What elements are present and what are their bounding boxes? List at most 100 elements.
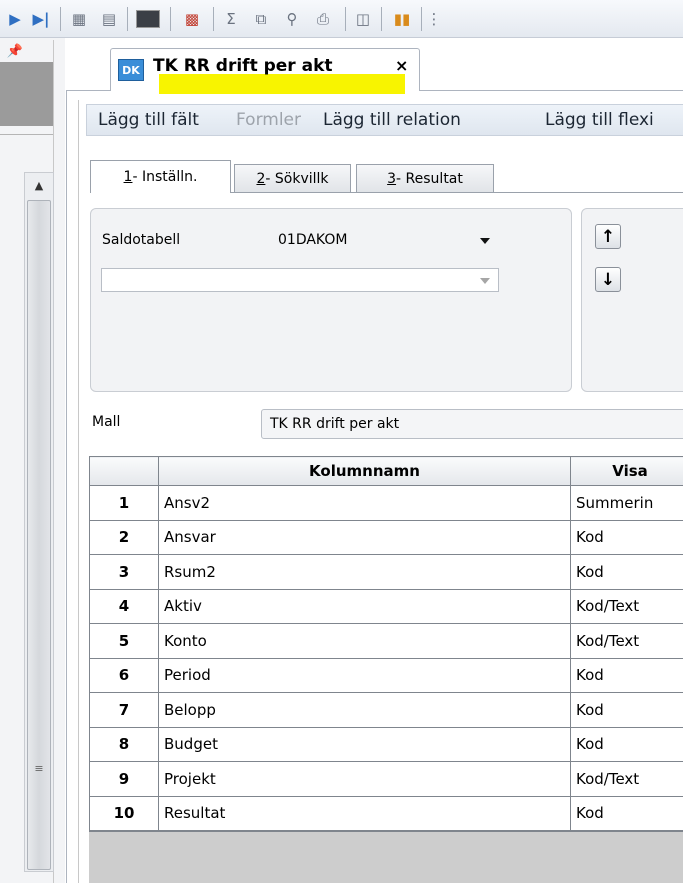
mall-value: TK RR drift per akt [270, 416, 400, 432]
table-row[interactable]: 4 Aktiv Kod/Text [89, 588, 683, 624]
document-tab-title[interactable]: TK RR drift per akt [153, 56, 333, 76]
grid-icon[interactable]: ▦ [68, 8, 90, 30]
move-down-button[interactable]: ↓ [595, 267, 621, 292]
mall-select[interactable]: TK RR drift per akt [261, 409, 683, 439]
row-number: 9 [89, 761, 159, 797]
secondary-select[interactable] [101, 268, 499, 292]
cell-kolumnnamn[interactable]: Ansv2 [158, 485, 571, 521]
row-number: 5 [89, 623, 159, 659]
tab-key: 2 [256, 170, 266, 187]
copy-icon[interactable]: ⧉ [250, 8, 272, 30]
table-row[interactable]: 5 Konto Kod/Text [89, 623, 683, 659]
tab-settings[interactable]: 1 - Inställn. [90, 160, 231, 193]
table-row[interactable]: 9 Projekt Kod/Text [89, 761, 683, 797]
saldotabell-label: Saldotabell [102, 232, 181, 248]
cell-visa[interactable]: Kod [570, 726, 683, 762]
toolbar-separator [60, 7, 61, 31]
cell-kolumnnamn[interactable]: Ansvar [158, 519, 571, 555]
table-row[interactable]: 6 Period Kod [89, 657, 683, 693]
grid-header-visa[interactable]: Visa [570, 456, 683, 486]
table-row[interactable]: 7 Belopp Kod [89, 692, 683, 728]
grip-icon: ≡ [34, 762, 44, 775]
next-icon[interactable]: ▶| [30, 8, 52, 30]
table-row[interactable]: 1 Ansv2 Summerin [89, 485, 683, 521]
color-icon[interactable] [133, 8, 163, 30]
divider [78, 100, 79, 883]
row-number: 10 [89, 795, 159, 831]
cell-kolumnnamn[interactable]: Rsum2 [158, 554, 571, 590]
menu-add-relation[interactable]: Lägg till relation [323, 110, 461, 130]
row-number: 2 [89, 519, 159, 555]
cell-visa[interactable]: Kod/Text [570, 623, 683, 659]
grid-header-rownum [89, 456, 159, 486]
scroll-up-icon[interactable]: ▲ [25, 173, 53, 197]
table-row[interactable]: 2 Ansvar Kod [89, 519, 683, 555]
toolbar-separator [170, 7, 171, 31]
table-row[interactable]: 10 Resultat Kod [89, 795, 683, 831]
form-icon[interactable]: ▤ [98, 8, 120, 30]
window-icon[interactable]: ◫ [352, 8, 374, 30]
more-icon[interactable]: ⋮ [427, 8, 442, 30]
toolbar-separator [213, 7, 214, 31]
print-icon[interactable]: ⎙ [312, 8, 334, 30]
table-row[interactable]: 3 Rsum2 Kod [89, 554, 683, 590]
menu-bar: Lägg till fält Formler Lägg till relatio… [86, 104, 683, 136]
tab-key: 3 [387, 170, 397, 187]
row-number: 6 [89, 657, 159, 693]
cell-visa[interactable]: Kod [570, 519, 683, 555]
pin-icon[interactable]: 📌 [4, 44, 26, 64]
cell-kolumnnamn[interactable]: Belopp [158, 692, 571, 728]
cell-visa[interactable]: Kod [570, 554, 683, 590]
tab-result[interactable]: 3 - Resultat [356, 164, 494, 192]
cell-kolumnnamn[interactable]: Period [158, 657, 571, 693]
row-number: 3 [89, 554, 159, 590]
cell-visa[interactable]: Summerin [570, 485, 683, 521]
table-row[interactable]: 8 Budget Kod [89, 726, 683, 762]
toolbar-separator [381, 7, 382, 31]
cell-visa[interactable]: Kod [570, 795, 683, 831]
columns-grid: Kolumnnamn Visa 1 Ansv2 Summerin 2 Ansvar Ko… [89, 456, 683, 831]
row-number: 4 [89, 588, 159, 624]
chart-icon[interactable]: ▩ [178, 8, 206, 30]
divider [0, 134, 54, 135]
mall-label: Mall [92, 414, 121, 430]
row-number: 1 [89, 485, 159, 521]
menu-formulas[interactable]: Formler [236, 110, 301, 130]
highlight-marker [159, 74, 405, 94]
menu-add-field[interactable]: Lägg till fält [98, 110, 199, 130]
move-up-button[interactable]: ↑ [595, 224, 621, 249]
cell-visa[interactable]: Kod [570, 692, 683, 728]
toolbar-separator [127, 7, 128, 31]
menu-add-flexi[interactable]: Lägg till flexi [545, 110, 654, 130]
cell-kolumnnamn[interactable]: Budget [158, 726, 571, 762]
cell-visa[interactable]: Kod/Text [570, 761, 683, 797]
row-number: 8 [89, 726, 159, 762]
cell-kolumnnamn[interactable]: Projekt [158, 761, 571, 797]
cell-visa[interactable]: Kod [570, 657, 683, 693]
tab-label: - Sökvillk [265, 170, 329, 187]
books-icon[interactable]: ▮▮ [388, 8, 416, 30]
grid-header-row: Kolumnnamn Visa [89, 456, 683, 486]
left-pane-header [0, 62, 54, 126]
grid-empty-area [89, 831, 683, 883]
main-toolbar: ▶ ▶| ▦ ▤ ▩ Σ ⧉ ⚲ ⎙ ◫ ▮▮ ⋮ [0, 0, 683, 38]
toolbar-separator [421, 7, 422, 31]
grid-header-kolumnnamn[interactable]: Kolumnnamn [158, 456, 571, 486]
cell-kolumnnamn[interactable]: Resultat [158, 795, 571, 831]
play-icon[interactable]: ▶ [4, 8, 26, 30]
dk-badge-icon: DK [118, 59, 144, 81]
saldotabell-value: 01DAKOM [278, 232, 348, 248]
chevron-down-icon [480, 278, 490, 284]
sum-icon[interactable]: Σ [220, 8, 242, 30]
toolbar-separator [345, 7, 346, 31]
close-tab-icon[interactable]: × [395, 56, 408, 75]
cell-kolumnnamn[interactable]: Aktiv [158, 588, 571, 624]
saldotabell-select[interactable]: 01DAKOM [269, 228, 499, 252]
cell-visa[interactable]: Kod/Text [570, 588, 683, 624]
tab-key: 1 [123, 169, 133, 185]
tab-search-criteria[interactable]: 2 - Sökvillk [234, 164, 351, 192]
chevron-down-icon [480, 238, 490, 244]
zoom-icon[interactable]: ⚲ [281, 8, 303, 30]
row-number: 7 [89, 692, 159, 728]
cell-kolumnnamn[interactable]: Konto [158, 623, 571, 659]
